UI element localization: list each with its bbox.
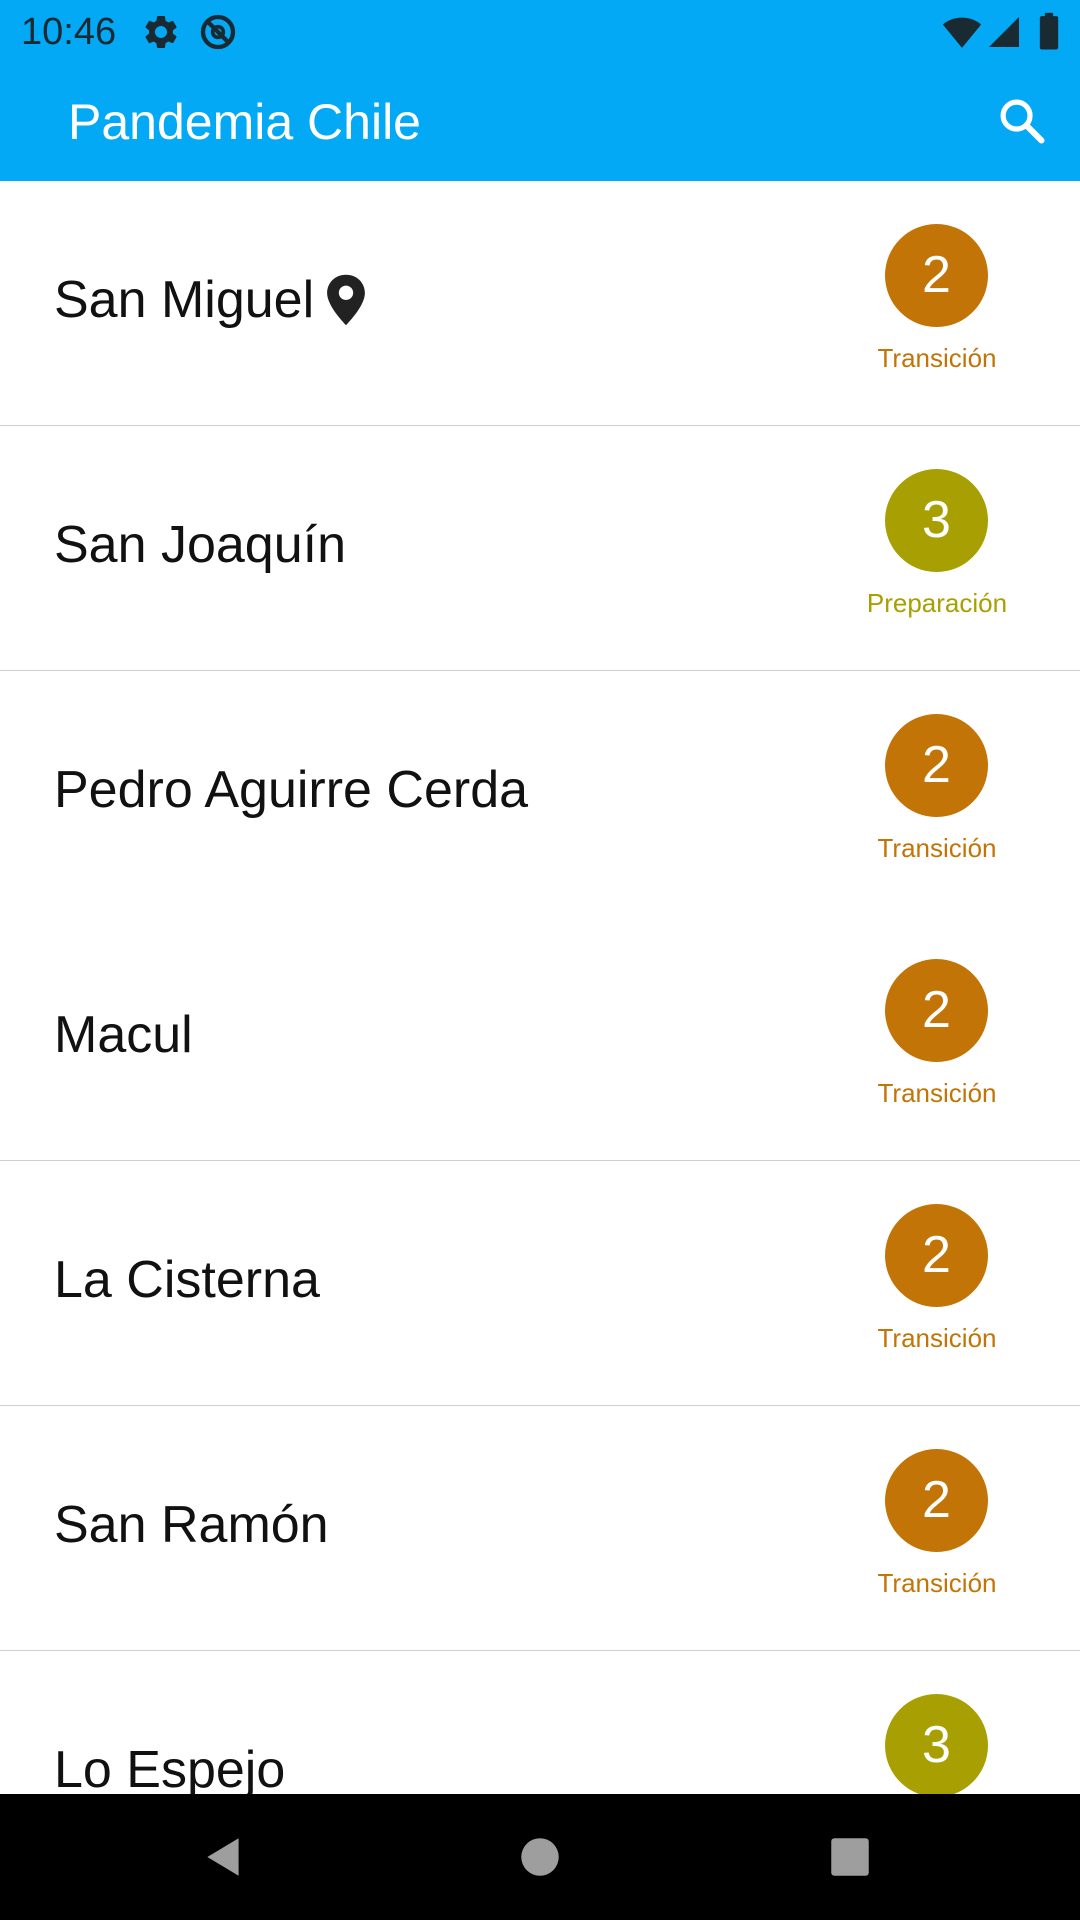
battery-icon xyxy=(1039,12,1059,50)
signal-icon xyxy=(989,17,1019,47)
back-button[interactable] xyxy=(188,1821,260,1893)
phase-indicator: 2 Transición xyxy=(852,1204,1022,1364)
comuna-name-row: La Cisterna xyxy=(54,1249,320,1311)
phase-indicator: 2 Transición xyxy=(852,1449,1022,1609)
comuna-name: San Ramón xyxy=(54,1496,329,1554)
comuna-name-row: San Joaquín xyxy=(54,514,346,576)
list-item[interactable]: San Joaquín 3 Preparación xyxy=(0,426,1080,671)
phase-indicator: 2 Transición xyxy=(852,959,1022,1119)
phase-label: Transición xyxy=(877,1078,997,1108)
comuna-name: San Joaquín xyxy=(54,516,347,574)
list-item[interactable]: San Miguel 2 Transición xyxy=(0,181,1080,426)
list-item[interactable]: San Ramón 2 Transición xyxy=(0,1406,1080,1651)
comuna-name: San Miguel xyxy=(54,271,315,329)
comuna-name: Pedro Aguirre Cerda xyxy=(54,761,529,819)
phase-label: Transición xyxy=(877,833,997,863)
search-icon xyxy=(1000,99,1045,144)
phase-label: Transición xyxy=(877,343,997,373)
app-title: Pandemia Chile xyxy=(68,94,421,150)
phase-badge: 3 xyxy=(885,1694,988,1794)
phase-badge: 2 xyxy=(885,1449,988,1552)
phase-label: Transición xyxy=(877,1568,997,1598)
phase-label: Transición xyxy=(877,1323,997,1353)
comuna-name-row: Lo Espejo xyxy=(54,1739,285,1794)
wifi-icon xyxy=(942,17,982,48)
recents-icon xyxy=(831,1838,869,1876)
comuna-name-row: Pedro Aguirre Cerda xyxy=(54,759,528,821)
phase-indicator: 3 xyxy=(852,1694,1022,1794)
sync-icon xyxy=(200,14,236,50)
status-time: 10:46 xyxy=(21,11,117,53)
status-bar: 10:46 xyxy=(0,0,1080,63)
phase-indicator: 2 Transición xyxy=(852,714,1022,874)
phase-badge: 2 xyxy=(885,959,988,1062)
comuna-name: La Cisterna xyxy=(54,1251,320,1309)
phase-badge: 2 xyxy=(885,224,988,327)
search-button[interactable] xyxy=(986,85,1058,157)
comuna-list: San Miguel 2 Transición San Joaquín 3 Pr… xyxy=(0,181,1080,1794)
comuna-name: Lo Espejo xyxy=(54,1741,286,1794)
comuna-name-row: Macul xyxy=(54,1004,193,1066)
home-button[interactable] xyxy=(504,1821,576,1893)
app-bar: Pandemia Chile xyxy=(0,63,1080,181)
phase-badge: 2 xyxy=(885,714,988,817)
phase-label: Preparación xyxy=(866,588,1008,618)
comuna-name-row: San Miguel xyxy=(54,269,368,331)
phase-badge: 3 xyxy=(885,469,988,572)
phase-indicator: 3 Preparación xyxy=(852,469,1022,629)
list-item[interactable]: Macul 2 Transición xyxy=(0,916,1080,1161)
back-icon xyxy=(207,1838,239,1876)
phase-indicator: 2 Transición xyxy=(852,224,1022,384)
comuna-name: Macul xyxy=(54,1006,193,1064)
location-pin-icon xyxy=(327,274,366,326)
comuna-name-row: San Ramón xyxy=(54,1494,329,1556)
settings-icon xyxy=(145,15,177,48)
recents-button[interactable] xyxy=(814,1821,886,1893)
navigation-bar xyxy=(0,1794,1080,1920)
screen: 10:46 Pandemia Chile San Miguel 2 Transi… xyxy=(0,0,1080,1920)
list-item[interactable]: Pedro Aguirre Cerda 2 Transición xyxy=(0,671,1080,916)
home-icon xyxy=(521,1838,559,1876)
phase-badge: 2 xyxy=(885,1204,988,1307)
list-item[interactable]: Lo Espejo 3 xyxy=(0,1651,1080,1794)
list-item[interactable]: La Cisterna 2 Transición xyxy=(0,1161,1080,1406)
